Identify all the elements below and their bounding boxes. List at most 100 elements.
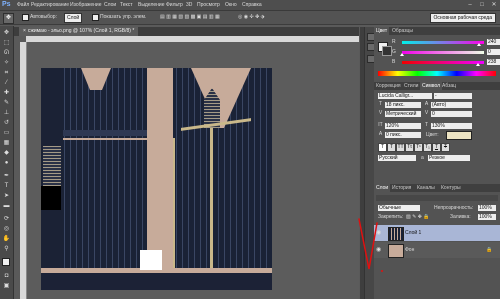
blue-value[interactable]: 238 (487, 59, 500, 65)
font-family-select[interactable]: Lucida Calligr... (378, 93, 432, 99)
tab-history[interactable]: История (390, 184, 413, 192)
close-tab-icon[interactable]: × (23, 28, 26, 34)
foreground-color-swatch[interactable] (2, 258, 10, 266)
color-spectrum[interactable] (378, 71, 496, 76)
tracking-field[interactable]: 0 (431, 111, 472, 117)
auto-select-dropdown[interactable]: Слой (64, 13, 83, 23)
text-color-swatch[interactable] (446, 131, 472, 140)
layer-name[interactable]: Слой 1 (405, 230, 421, 236)
subscript-button[interactable]: T₁ (423, 143, 432, 152)
tab-swatches[interactable]: Образцы (390, 27, 415, 35)
font-style-select[interactable]: - (434, 93, 472, 99)
green-slider[interactable]: G 0 (378, 49, 500, 56)
red-value[interactable]: 240 (487, 39, 500, 45)
maximize-icon[interactable]: □ (476, 0, 488, 10)
vertical-ruler[interactable] (20, 42, 27, 299)
kerning-field[interactable]: Метрический (385, 111, 421, 117)
superscript-button[interactable]: T¹ (414, 143, 423, 152)
type-tool-icon[interactable]: T (2, 182, 11, 190)
horizontal-scale-field[interactable]: 130% (431, 123, 472, 129)
menu-view[interactable]: Просмотр (197, 0, 220, 10)
tab-character[interactable]: Символ (420, 82, 443, 90)
history-brush-icon[interactable]: ↺ (2, 119, 11, 127)
layer-name[interactable]: Фон (405, 247, 414, 253)
3d-rotate-icon[interactable]: ⟳ (2, 215, 11, 223)
tab-layers[interactable]: Слои (374, 184, 391, 192)
workspace-switcher[interactable]: Основная рабочая среда (429, 13, 496, 23)
show-controls-checkbox[interactable] (92, 14, 99, 21)
minimize-icon[interactable]: – (464, 0, 476, 10)
quick-mask-icon[interactable]: ◘ (2, 272, 11, 280)
lasso-tool-icon[interactable]: ᘏ (2, 49, 11, 57)
layer-row[interactable]: ◉ Слой 1 (374, 225, 500, 241)
layer-row[interactable]: ◉ Фон 🔒 (374, 242, 500, 258)
menu-file[interactable]: Файл (17, 0, 29, 10)
pen-tool-icon[interactable]: ✒ (2, 172, 11, 180)
underline-button[interactable]: T (432, 143, 441, 152)
tab-adjustments[interactable]: Коррекция (374, 82, 403, 90)
strikethrough-button[interactable]: T (441, 143, 450, 152)
menu-layers[interactable]: Слои (104, 0, 116, 10)
all-caps-button[interactable]: TT (396, 143, 405, 152)
crop-tool-icon[interactable]: ⌗ (2, 69, 11, 77)
opacity-field[interactable]: 100% (478, 205, 496, 211)
antialias-select[interactable]: Резкое (428, 155, 470, 161)
small-caps-button[interactable]: Tt (405, 143, 414, 152)
marquee-tool-icon[interactable]: ⬚ (2, 39, 11, 47)
zoom-tool-icon[interactable]: ⚲ (2, 245, 11, 253)
font-size-field[interactable]: 18 пикс. (385, 102, 421, 108)
green-value[interactable]: 0 (487, 49, 500, 55)
3d-orbit-icon[interactable]: ◎ (2, 225, 11, 233)
document-canvas[interactable] (41, 68, 272, 290)
baseline-field[interactable]: 0 пикс. (385, 132, 421, 138)
tab-paths[interactable]: Контуры (439, 184, 463, 192)
document-tab[interactable]: × сжимаю - эльо.png @ 107% (Слой 1, RGB/8… (19, 27, 139, 36)
tab-paragraph[interactable]: Абзац (440, 82, 458, 90)
close-icon[interactable]: ✕ (488, 0, 500, 10)
dodge-tool-icon[interactable]: ● (2, 159, 11, 167)
menu-image[interactable]: Изображение (70, 0, 102, 10)
blue-slider-knob[interactable] (476, 63, 481, 66)
clone-stamp-icon[interactable]: ⊥ (2, 109, 11, 117)
healing-brush-icon[interactable]: ✚ (2, 89, 11, 97)
menu-window[interactable]: Окно (225, 0, 237, 10)
green-slider-knob[interactable] (400, 53, 404, 56)
green-slider-bar[interactable] (402, 51, 484, 54)
hand-tool-icon[interactable]: ✋ (2, 235, 11, 243)
align-icons[interactable]: ▤ ▥ ▦ ▧ ▨ ▩ ▣ ▤ ▥ ▦ (160, 13, 220, 22)
magic-wand-icon[interactable]: ✧ (2, 59, 11, 67)
gradient-tool-icon[interactable]: ▦ (2, 139, 11, 147)
3d-mode-icons[interactable]: ◎ ◉ ✣ ✤ ⬗ (238, 13, 265, 22)
lock-icons[interactable]: ▨ ✎ ✥ 🔒 (406, 214, 430, 220)
faux-bold-button[interactable]: T (378, 143, 387, 152)
auto-select-checkbox[interactable] (22, 14, 29, 21)
faux-italic-button[interactable]: T (387, 143, 396, 152)
path-select-icon[interactable]: ➤ (2, 192, 11, 200)
leading-field[interactable]: (Авто) (431, 102, 472, 108)
blue-slider[interactable]: B 238 (378, 59, 500, 66)
menu-3d[interactable]: 3D (186, 0, 192, 10)
vertical-scale-field[interactable]: 120% (385, 123, 421, 129)
menu-type[interactable]: Текст (120, 0, 133, 10)
shape-tool-icon[interactable]: ▬ (2, 202, 11, 210)
move-tool-icon[interactable]: ✥ (2, 29, 11, 37)
brush-tool-icon[interactable]: ✎ (2, 99, 11, 107)
language-select[interactable]: Русский (378, 155, 416, 161)
red-slider-bar[interactable] (402, 41, 484, 44)
menu-select[interactable]: Выделение (138, 0, 165, 10)
tab-color[interactable]: Цвет (374, 27, 390, 35)
menu-filter[interactable]: Фильтр (166, 0, 183, 10)
tab-styles[interactable]: Стили (402, 82, 420, 90)
red-slider[interactable]: R 240 (378, 39, 500, 46)
menu-edit[interactable]: Редактирование (31, 0, 69, 10)
screen-mode-icon[interactable]: ▣ (2, 282, 11, 290)
eyedropper-icon[interactable]: ⁄ (2, 79, 11, 87)
menu-help[interactable]: Справка (242, 0, 262, 10)
eraser-icon[interactable]: ▭ (2, 129, 11, 137)
layer-filter-bar[interactable] (376, 195, 498, 201)
blur-tool-icon[interactable]: ◆ (2, 149, 11, 157)
blend-mode-select[interactable]: Обычные (378, 205, 420, 211)
blue-slider-bar[interactable] (402, 61, 484, 64)
tab-channels[interactable]: Каналы (415, 184, 437, 192)
fill-field[interactable]: 100% (478, 214, 496, 220)
